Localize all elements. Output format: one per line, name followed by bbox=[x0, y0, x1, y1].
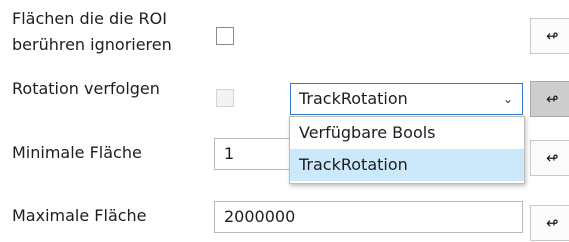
min-area-link-button[interactable]: ↫ bbox=[530, 140, 569, 176]
arrow-left-dot-icon: ↫ bbox=[546, 149, 559, 167]
track-rotation-checkbox[interactable] bbox=[216, 89, 234, 107]
bool-source-dropdown-list: Verfügbare Bools TrackRotation bbox=[289, 116, 525, 184]
max-area-label: Maximale Fläche bbox=[12, 206, 147, 225]
max-area-link-button[interactable]: ↫ bbox=[530, 205, 569, 241]
chevron-down-icon: ⌄ bbox=[502, 92, 513, 106]
arrow-left-dot-icon: ↫ bbox=[546, 214, 559, 232]
dropdown-option-available-bools[interactable]: Verfügbare Bools bbox=[290, 117, 524, 149]
dropdown-option-track-rotation[interactable]: TrackRotation bbox=[290, 149, 524, 181]
arrow-left-dot-icon: ↫ bbox=[546, 90, 559, 108]
ignore-roi-touching-label-line2: berühren ignorieren bbox=[12, 35, 172, 54]
ignore-roi-touching-label-line1: Flächen die die ROI bbox=[12, 9, 167, 28]
ignore-roi-touching-checkbox[interactable] bbox=[216, 27, 234, 45]
ignore-roi-link-button[interactable]: ↫ bbox=[530, 18, 569, 54]
min-area-label: Minimale Fläche bbox=[12, 143, 142, 162]
track-rotation-label: Rotation verfolgen bbox=[12, 79, 160, 98]
dropdown-selected-value: TrackRotation bbox=[299, 89, 408, 108]
track-rotation-link-button[interactable]: ↫ bbox=[530, 81, 569, 117]
max-area-input[interactable]: 2000000 bbox=[214, 201, 523, 233]
bool-source-dropdown[interactable]: TrackRotation ⌄ bbox=[290, 83, 523, 115]
arrow-left-dot-icon: ↫ bbox=[546, 27, 559, 45]
